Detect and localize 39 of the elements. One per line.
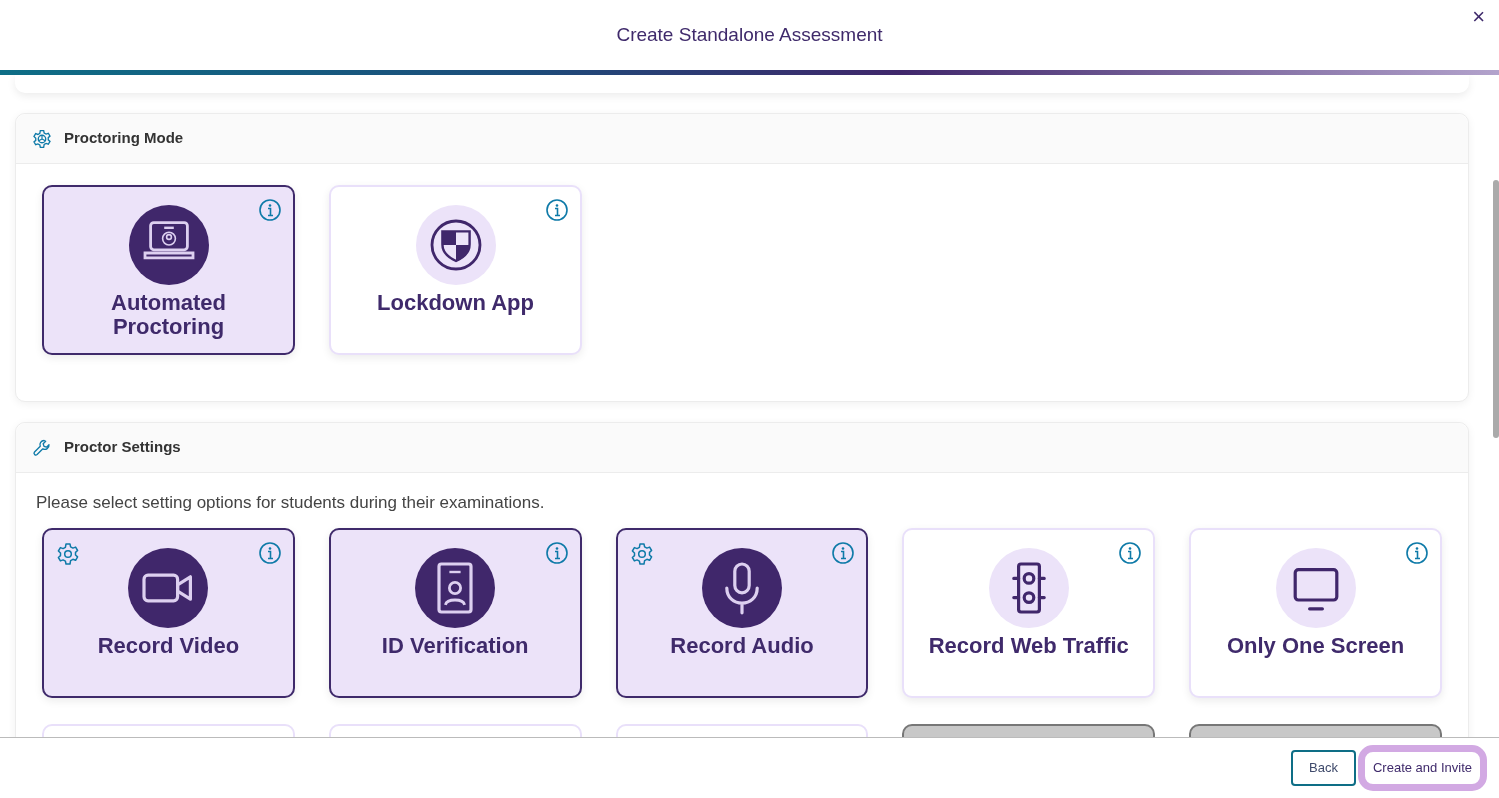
- option-card[interactable]: Record Audio: [615, 527, 869, 698]
- microphone-icon: [702, 547, 782, 628]
- info-icon[interactable]: [1406, 541, 1428, 564]
- option-card[interactable]: Automated Proctoring: [42, 185, 295, 355]
- info-icon[interactable]: [258, 541, 281, 564]
- settings-icon[interactable]: [56, 541, 80, 566]
- option-label: Record Audio: [670, 633, 814, 658]
- section-description: Please select setting options for students during their examinations.: [36, 492, 546, 514]
- section-title: Proctor Settings: [64, 437, 181, 458]
- option-card[interactable]: Record Video: [42, 527, 295, 698]
- info-icon[interactable]: [545, 541, 568, 564]
- gear-icon: [32, 128, 52, 149]
- close-button[interactable]: ×: [1468, 4, 1489, 30]
- monitor-icon: [1275, 547, 1356, 628]
- option-card[interactable]: Only One Screen: [1189, 527, 1442, 698]
- option-label: Only One Screen: [1226, 633, 1405, 658]
- back-button[interactable]: Back: [1291, 750, 1356, 786]
- scrollbar[interactable]: [1493, 180, 1499, 438]
- info-icon[interactable]: [259, 199, 281, 221]
- option-card[interactable]: Record Web Traffic: [902, 527, 1156, 698]
- settings-icon[interactable]: [629, 541, 654, 566]
- dialog-title: Create Standalone Assessment: [616, 22, 883, 47]
- info-icon[interactable]: [832, 541, 855, 564]
- shield-icon: [415, 205, 496, 285]
- section-title: Proctoring Mode: [64, 128, 184, 149]
- option-label: Record Web Traffic: [928, 633, 1129, 658]
- traffic-light-icon: [988, 547, 1069, 628]
- info-icon[interactable]: [546, 199, 568, 221]
- option-label: Automated Proctoring: [110, 291, 227, 340]
- info-icon[interactable]: [1119, 541, 1142, 564]
- wrench-icon: [32, 437, 52, 458]
- laptop-icon: [128, 205, 209, 285]
- video-camera-icon: [128, 547, 209, 628]
- option-label: ID Verification: [381, 633, 529, 658]
- id-card-icon: [415, 547, 496, 628]
- option-card[interactable]: ID Verification: [328, 527, 582, 698]
- option-label: Lockdown App: [377, 291, 534, 316]
- option-label: Record Video: [97, 633, 240, 658]
- option-card[interactable]: Lockdown App: [329, 185, 582, 355]
